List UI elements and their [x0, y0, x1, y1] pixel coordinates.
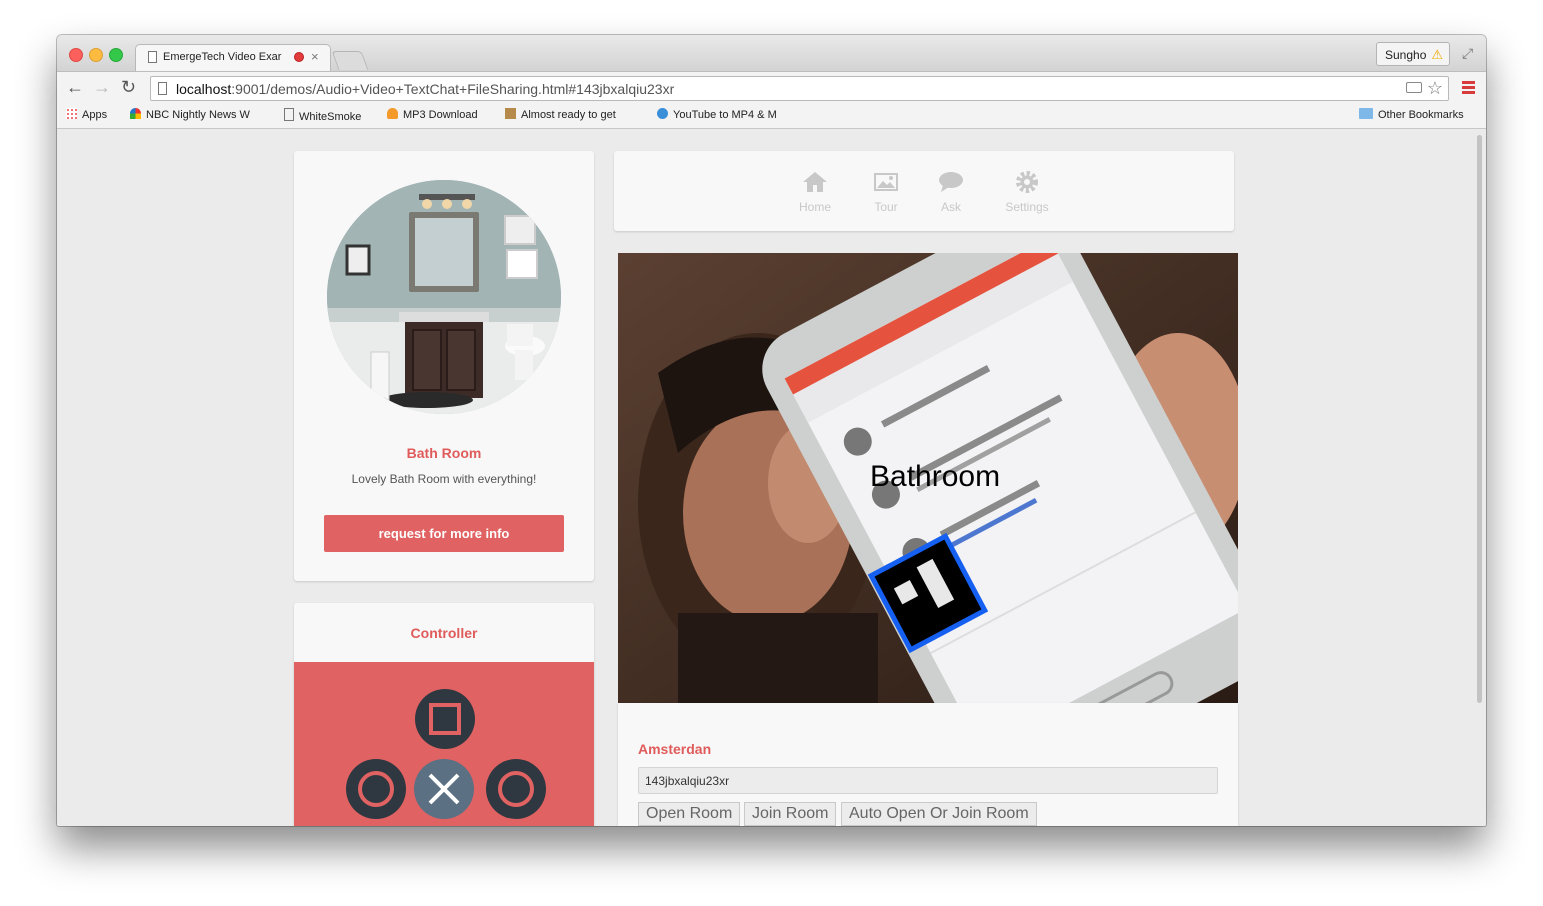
recording-icon: [294, 52, 304, 62]
zoom-window-button[interactable]: [109, 48, 123, 62]
bookmark-apps[interactable]: Apps: [66, 108, 107, 121]
browser-tab[interactable]: EmergeTech Video Exar ×: [135, 44, 331, 71]
bookmark-mp3[interactable]: MP3 Download: [387, 108, 478, 121]
address-bar[interactable]: localhost:9001/demos/Audio+Video+TextCha…: [150, 76, 1449, 101]
url-text: localhost:9001/demos/Audio+Video+TextCha…: [176, 81, 674, 97]
page-icon: [158, 82, 167, 95]
join-room-button[interactable]: Join Room: [744, 802, 837, 826]
room-controls-card: Amsterdan Open Room Join Room Auto Open …: [618, 703, 1238, 826]
room-profile-card: Bath Room Lovely Bath Room with everythi…: [294, 151, 594, 581]
forward-arrow-icon[interactable]: →: [93, 77, 111, 98]
marker-label: Bathroom: [870, 460, 1001, 493]
url-path: :9001/demos/Audio+Video+TextChat+FileSha…: [231, 81, 675, 97]
room-heading: Amsterdan: [638, 741, 712, 757]
page-viewport: Bath Room Lovely Bath Room with everythi…: [57, 129, 1486, 826]
page-icon: [284, 108, 294, 121]
fullscreen-icon[interactable]: ⤢: [1462, 45, 1473, 62]
open-room-button[interactable]: Open Room: [638, 802, 741, 826]
tab-title: EmergeTech Video Exar: [163, 51, 282, 63]
bookmark-whitesmoke[interactable]: WhiteSmoke: [284, 108, 361, 123]
browser-window: EmergeTech Video Exar × Sungho ⚠ ⤢ ← → ↻…: [57, 35, 1486, 826]
square-button[interactable]: [415, 689, 475, 749]
minimize-window-button[interactable]: [89, 48, 103, 62]
tab-strip: EmergeTech Video Exar × Sungho ⚠ ⤢: [57, 35, 1486, 71]
request-info-button[interactable]: request for more info: [324, 515, 564, 552]
page-icon: [148, 51, 157, 63]
url-host: localhost: [176, 81, 232, 97]
image-icon: [874, 173, 898, 191]
bathroom-illustration: [327, 180, 561, 414]
bookmark-youtube-mp4[interactable]: YouTube to MP4 & M: [657, 108, 791, 121]
music-note-icon: [505, 108, 516, 119]
video-stream[interactable]: Bathroom: [618, 253, 1238, 703]
room-description: Lovely Bath Room with everything!: [351, 472, 537, 486]
hamburger-menu-icon[interactable]: [1462, 81, 1475, 96]
home-icon: [803, 172, 827, 192]
circle-icon: [358, 771, 394, 807]
square-icon: [429, 703, 461, 735]
folder-icon: [1359, 108, 1373, 119]
cross-button[interactable]: [414, 759, 474, 819]
close-window-button[interactable]: [69, 48, 83, 62]
close-icon[interactable]: ×: [311, 49, 319, 64]
gear-icon: [1016, 171, 1038, 193]
controller-pad: [294, 662, 594, 826]
profile-button[interactable]: Sungho ⚠: [1376, 42, 1450, 66]
nav-settings[interactable]: Settings: [997, 171, 1057, 214]
nav-home[interactable]: Home: [785, 171, 845, 214]
cross-icon: [428, 773, 460, 805]
convert-arrows-icon: [657, 108, 668, 119]
bookmark-nbc[interactable]: NBC Nightly News W: [130, 108, 264, 121]
bookmarks-bar: Apps NBC Nightly News W WhiteSmoke MP3 D…: [57, 105, 1486, 129]
right-circle-button[interactable]: [486, 759, 546, 819]
reload-icon[interactable]: ↻: [121, 77, 136, 98]
new-tab-button[interactable]: [331, 51, 369, 70]
room-name: Bath Room: [406, 445, 482, 461]
toolbar: ← → ↻ localhost:9001/demos/Audio+Video+T…: [57, 71, 1486, 106]
nbc-peacock-icon: [130, 108, 141, 119]
headphones-icon: [387, 108, 398, 119]
bookmark-almost-ready[interactable]: Almost ready to get: [505, 108, 637, 121]
bathroom-photo: [327, 180, 561, 414]
circle-icon: [498, 771, 534, 807]
star-icon[interactable]: ☆: [1427, 78, 1443, 99]
controller-card: Controller: [294, 603, 594, 826]
camera-icon[interactable]: [1406, 82, 1422, 93]
nav-ask[interactable]: Ask: [921, 171, 981, 214]
profile-name: Sungho: [1385, 48, 1427, 62]
left-circle-button[interactable]: [346, 759, 406, 819]
warning-icon: ⚠: [1431, 47, 1443, 62]
room-id-input[interactable]: [638, 767, 1218, 794]
apps-grid-icon: [66, 108, 77, 119]
other-bookmarks[interactable]: Other Bookmarks: [1359, 108, 1464, 121]
vertical-scrollbar[interactable]: [1477, 135, 1482, 703]
controller-title: Controller: [410, 625, 478, 641]
nav-tour[interactable]: Tour: [856, 171, 916, 214]
chat-bubble-icon: [939, 172, 963, 192]
top-nav-card: Home Tour Ask Settings: [614, 151, 1234, 231]
auto-open-or-join-room-button[interactable]: Auto Open Or Join Room: [841, 802, 1037, 826]
back-arrow-icon[interactable]: ←: [66, 77, 84, 98]
